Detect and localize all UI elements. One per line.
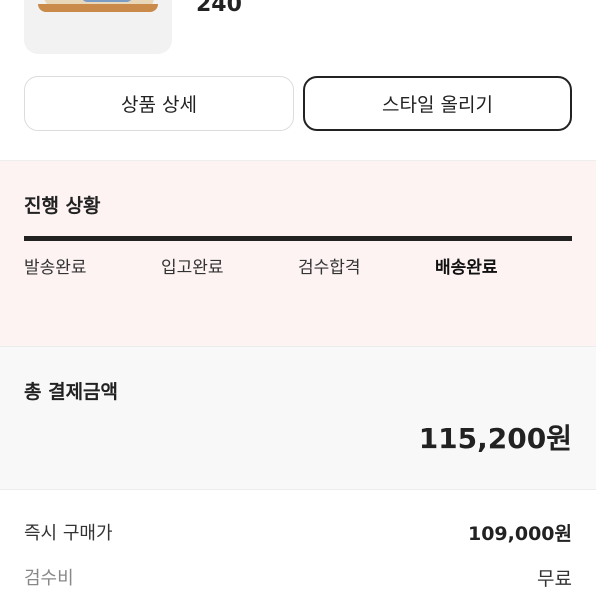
instant-price-value: 109,000원 — [467, 523, 572, 545]
post-style-button[interactable]: 스타일 올리기 — [303, 76, 572, 131]
product-thumbnail[interactable] — [24, 0, 172, 54]
total-payment-section: 총 결제금액 115,200원 — [0, 347, 596, 489]
progress-section: 진행 상황 발송완료 입고완료 검수합격 배송완료 — [0, 161, 596, 346]
product-header: 240 상품 상세 스타일 올리기 — [0, 0, 596, 160]
step-inspection-passed: 검수합격 — [298, 258, 361, 278]
section-divider — [0, 489, 596, 490]
total-payment-value: 115,200원 — [418, 422, 572, 455]
inspection-fee-value: 무료 — [537, 568, 572, 590]
instant-price-row: 즉시 구매가 109,000원 — [24, 519, 572, 549]
progress-bar — [24, 236, 572, 241]
step-received: 입고완료 — [161, 258, 224, 278]
inspection-fee-label: 검수비 — [24, 568, 74, 589]
sneaker-stripe — [82, 0, 132, 2]
product-detail-button[interactable]: 상품 상세 — [24, 76, 294, 131]
total-payment-label: 총 결제금액 — [24, 381, 119, 403]
step-delivered: 배송완료 — [435, 258, 498, 278]
product-size: 240 — [196, 0, 242, 17]
instant-price-label: 즉시 구매가 — [24, 523, 113, 544]
progress-title: 진행 상황 — [24, 195, 101, 217]
step-shipped: 발송완료 — [24, 258, 87, 278]
inspection-fee-row: 검수비 무료 — [24, 564, 572, 594]
sneaker-sole — [38, 4, 158, 12]
